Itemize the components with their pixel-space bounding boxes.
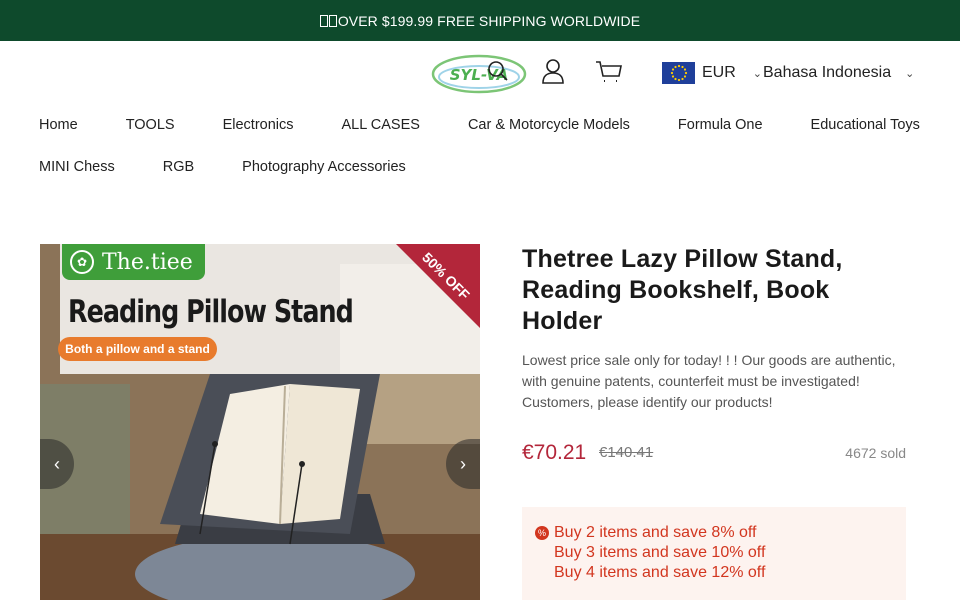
- currency-selector[interactable]: EUR ⌄: [662, 61, 762, 85]
- nav-item-home[interactable]: Home: [39, 117, 78, 133]
- original-price: €140.41: [599, 444, 654, 461]
- nav-item-tools[interactable]: TOOLS: [126, 117, 175, 133]
- bulk-discount-box: % Buy 2 items and save 8% off Buy 3 item…: [522, 507, 906, 600]
- chevron-down-icon: ⌄: [905, 67, 915, 80]
- nav-item-all-cases[interactable]: ALL CASES: [342, 117, 420, 133]
- promo-text: Buy 2 items and save 8% off: [554, 524, 757, 541]
- chevron-left-icon: ‹: [54, 453, 60, 474]
- nav-row: Home TOOLS Electronics ALL CASES Car & M…: [39, 110, 929, 140]
- promo-text: Buy 3 items and save 10% off: [554, 544, 766, 561]
- currency-label: EUR: [702, 64, 736, 81]
- nav-item-car-motorcycle-models[interactable]: Car & Motorcycle Models: [468, 117, 630, 133]
- site-logo[interactable]: SYL-VA: [431, 53, 528, 95]
- nav-item-electronics[interactable]: Electronics: [223, 117, 294, 133]
- promo-line: Buy 3 items and save 10% off: [535, 543, 906, 563]
- current-price: €70.21: [522, 441, 587, 464]
- cart-icon[interactable]: [595, 57, 623, 85]
- nav-item-formula-one[interactable]: Formula One: [678, 117, 763, 133]
- nav-item-mini-chess[interactable]: MINI Chess: [39, 159, 115, 175]
- nav-row: MINI Chess RGB Photography Accessories: [39, 152, 929, 182]
- leaf-icon: ✿: [70, 250, 94, 274]
- user-icon[interactable]: [539, 57, 567, 85]
- discount-badge: 50% OFF: [396, 244, 480, 328]
- product-gallery: ✿ The.tiee Reading Pillow Stand Both a p…: [40, 244, 480, 600]
- image-headline: Reading Pillow Stand: [68, 294, 354, 330]
- nav-item-educational-toys[interactable]: Educational Toys: [811, 117, 920, 133]
- flag-icons: [319, 14, 337, 27]
- chevron-down-icon: ⌄: [752, 67, 762, 80]
- brand-name: The.tiee: [102, 249, 193, 275]
- main-nav: Home TOOLS Electronics ALL CASES Car & M…: [39, 110, 929, 194]
- language-label: Bahasa Indonesia: [763, 64, 892, 81]
- eu-flag-icon: [662, 62, 695, 84]
- brand-badge: ✿ The.tiee: [62, 244, 205, 280]
- nav-item-rgb[interactable]: RGB: [163, 159, 194, 175]
- product-title: Thetree Lazy Pillow Stand, Reading Books…: [522, 245, 843, 335]
- promo-text: Buy 4 items and save 12% off: [554, 564, 766, 581]
- language-selector[interactable]: Bahasa Indonesia ⌄: [763, 61, 914, 85]
- promo-line: % Buy 2 items and save 8% off: [535, 523, 906, 543]
- promo-line: Buy 4 items and save 12% off: [535, 563, 906, 583]
- discount-tag-icon: %: [535, 526, 549, 540]
- search-icon[interactable]: [484, 57, 512, 85]
- announcement-text: OVER $199.99 FREE SHIPPING WORLDWIDE: [337, 12, 641, 29]
- image-tagline: Both a pillow and a stand: [58, 337, 217, 361]
- nav-item-photography-accessories[interactable]: Photography Accessories: [242, 159, 406, 175]
- sold-count: 4672 sold: [845, 445, 906, 461]
- announcement-bar: OVER $199.99 FREE SHIPPING WORLDWIDE: [0, 0, 960, 41]
- product-info: Thetree Lazy Pillow Stand, Reading Books…: [522, 244, 906, 600]
- site-header: SYL-VA EUR ⌄ Bahasa Indonesia ⌄: [0, 41, 960, 105]
- chevron-right-icon: ›: [460, 453, 466, 474]
- product-description: Lowest price sale only for today! ! ! Ou…: [522, 352, 896, 410]
- price-row: €70.21 €140.41 4672 sold: [522, 441, 906, 467]
